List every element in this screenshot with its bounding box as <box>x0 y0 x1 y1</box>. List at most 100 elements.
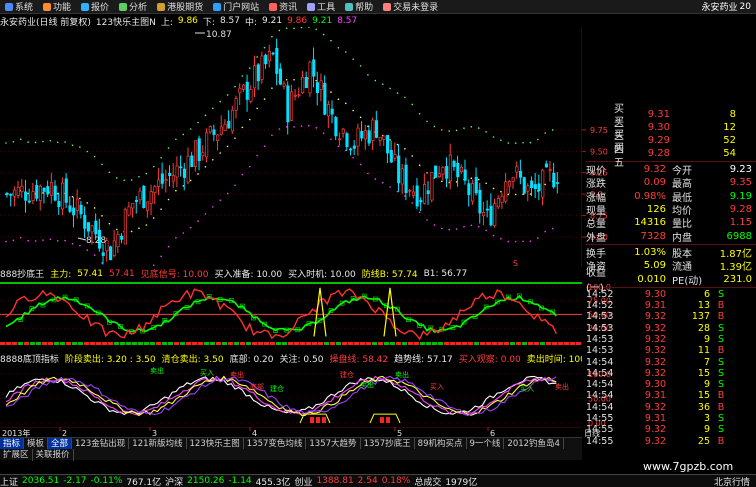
candle-body[interactable] <box>467 183 471 195</box>
menu-tools[interactable]: 工具 <box>302 0 340 14</box>
candle-body[interactable] <box>282 83 286 87</box>
candle-body[interactable] <box>201 152 205 156</box>
candle-body[interactable] <box>227 120 231 129</box>
candle-body[interactable] <box>112 240 116 256</box>
candle-body[interactable] <box>400 168 404 185</box>
candle-body[interactable] <box>164 179 168 182</box>
candle-body[interactable] <box>304 77 308 89</box>
candle-body[interactable] <box>5 193 9 195</box>
candle-body[interactable] <box>105 240 109 252</box>
candle-body[interactable] <box>437 173 441 177</box>
candle-body[interactable] <box>441 166 445 175</box>
candle-body[interactable] <box>75 198 79 211</box>
candle-body[interactable] <box>541 169 545 198</box>
indicator-1-chart[interactable] <box>0 280 582 346</box>
candle-body[interactable] <box>131 203 135 209</box>
candle-body[interactable] <box>186 155 190 183</box>
candle-body[interactable] <box>286 85 290 123</box>
candle-body[interactable] <box>415 185 419 207</box>
indicator-tab[interactable]: 模板 <box>24 438 49 449</box>
candle-body[interactable] <box>249 89 253 102</box>
indicator-tab[interactable]: 121新版均线 <box>129 438 187 449</box>
tick-list[interactable]: 14:52 9.30 6 S 14:52 9.31 13 B 14:53 9.32 137 B 14:5… <box>586 289 756 447</box>
candle-body[interactable] <box>46 186 50 195</box>
cy-index-label[interactable]: 创业 <box>294 475 312 487</box>
candle-body[interactable] <box>123 209 127 245</box>
candle-body[interactable] <box>411 191 416 196</box>
candle-body[interactable] <box>171 175 175 182</box>
candle-body[interactable] <box>478 189 482 214</box>
candle-body[interactable] <box>256 64 260 82</box>
candle-body[interactable] <box>57 201 61 207</box>
candle-body[interactable] <box>537 183 541 192</box>
candle-body[interactable] <box>230 109 235 132</box>
candle-body[interactable] <box>86 222 91 232</box>
candle-body[interactable] <box>27 200 31 203</box>
candle-body[interactable] <box>555 182 560 184</box>
menu-function[interactable]: 功能 <box>38 0 76 14</box>
candle-body[interactable] <box>160 173 164 184</box>
candle-body[interactable] <box>374 120 379 138</box>
candle-body[interactable] <box>101 252 105 256</box>
indicator-tab[interactable]: 1357大趋势 <box>306 438 361 449</box>
candle-body[interactable] <box>120 235 124 240</box>
candle-body[interactable] <box>242 84 246 90</box>
candle-body[interactable] <box>426 190 430 195</box>
candle-body[interactable] <box>345 133 349 148</box>
candle-body[interactable] <box>293 94 297 97</box>
bid-level-row[interactable]: 买五 9.28 54 <box>586 143 756 169</box>
candle-body[interactable] <box>471 183 475 202</box>
candle-body[interactable] <box>397 155 401 184</box>
candle-body[interactable] <box>153 186 157 194</box>
candle-body[interactable] <box>90 225 94 233</box>
candle-body[interactable] <box>533 184 537 190</box>
menu-analysis[interactable]: 分析 <box>114 0 152 14</box>
sz-index-label[interactable]: 沪深 <box>165 475 183 487</box>
candle-body[interactable] <box>260 55 264 80</box>
candlestick-chart[interactable]: 10.87 8.28 S <box>0 27 582 267</box>
candle-body[interactable] <box>367 130 371 144</box>
candle-body[interactable] <box>205 132 209 158</box>
candle-body[interactable] <box>267 51 271 62</box>
broker-label[interactable]: 北京行情 <box>714 475 750 487</box>
candle-body[interactable] <box>212 129 216 135</box>
candle-body[interactable] <box>360 130 364 139</box>
menu-system[interactable]: 系统 <box>0 0 38 14</box>
candle-body[interactable] <box>312 59 316 77</box>
candle-body[interactable] <box>530 180 534 189</box>
indicator-name[interactable]: 123快乐主图N <box>96 15 156 28</box>
candle-body[interactable] <box>356 127 360 147</box>
candle-body[interactable] <box>319 80 323 90</box>
candle-body[interactable] <box>208 126 212 133</box>
menu-stock[interactable]: 永安药业 20 <box>697 0 756 14</box>
candle-body[interactable] <box>35 184 39 199</box>
candle-body[interactable] <box>245 81 249 100</box>
candle-body[interactable] <box>31 191 35 201</box>
menu-news[interactable]: 资讯 <box>264 0 302 14</box>
candle-body[interactable] <box>338 138 342 141</box>
candle-body[interactable] <box>463 169 467 181</box>
candle-body[interactable] <box>422 184 427 204</box>
candle-body[interactable] <box>522 177 526 194</box>
candle-body[interactable] <box>419 200 423 203</box>
candle-body[interactable] <box>24 191 28 201</box>
menu-trade[interactable]: 交易未登录 <box>378 0 443 14</box>
candle-body[interactable] <box>175 165 179 178</box>
candle-body[interactable] <box>290 91 294 121</box>
menu-portal[interactable]: 门户网站 <box>208 0 264 14</box>
candle-body[interactable] <box>452 160 456 167</box>
candle-body[interactable] <box>109 246 113 261</box>
candle-body[interactable] <box>341 128 345 134</box>
candle-body[interactable] <box>349 148 353 151</box>
candle-body[interactable] <box>61 182 65 210</box>
candle-body[interactable] <box>434 165 438 178</box>
candle-body[interactable] <box>68 205 72 212</box>
indicator-tab[interactable]: 1357变色均线 <box>244 438 307 449</box>
candle-body[interactable] <box>190 155 194 168</box>
candle-body[interactable] <box>16 186 20 196</box>
candle-body[interactable] <box>459 166 464 173</box>
candle-body[interactable] <box>500 195 504 203</box>
candle-body[interactable] <box>94 220 98 235</box>
menu-quote[interactable]: 报价 <box>76 0 114 14</box>
candle-body[interactable] <box>448 154 452 182</box>
